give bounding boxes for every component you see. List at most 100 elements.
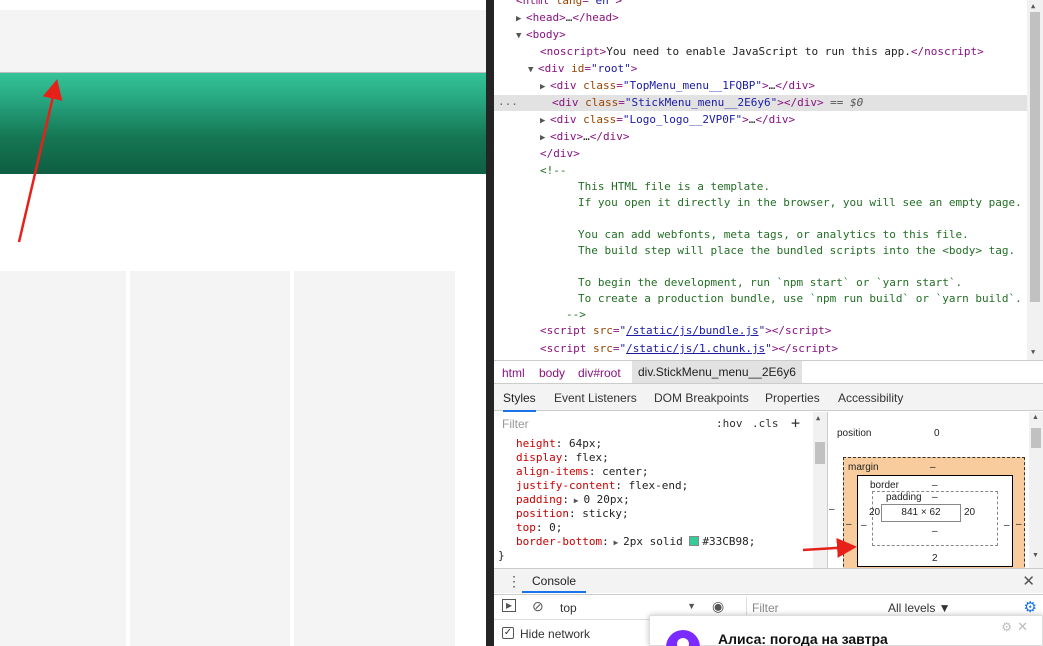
padding-box: padding – 20 20 – 841 × 62 [869,491,998,546]
dom-node-script[interactable]: <script src="/static/js/bundle.js"></scr… [540,323,831,339]
margin-top-value[interactable]: – [930,462,936,473]
eye-icon[interactable]: ◉ [712,598,724,615]
dom-comment-line: If you open it directly in the browser, … [578,196,1022,209]
dom-comment-line: You can add webfonts, meta tags, or anal… [578,228,969,241]
dom-node-logo[interactable]: ▶ <div class="Logo_logo__2VP0F">…</div> [540,112,795,128]
dom-scrollbar[interactable]: ▲ ▼ [1027,0,1043,360]
content-size[interactable]: 841 × 62 [881,504,961,522]
context-label: top [560,601,577,615]
border-bottom-value[interactable]: 2 [932,553,938,564]
border-top-value[interactable]: – [932,480,938,491]
scroll-down-icon[interactable]: ▼ [1032,552,1039,559]
close-drawer-icon[interactable]: ✕ [1022,572,1035,590]
padding-top-value[interactable]: – [932,492,938,503]
expand-triangle-icon[interactable]: ▶ [516,11,526,27]
css-declaration[interactable]: justify-content: flex-end; [516,479,688,493]
position-value[interactable]: 0 [934,428,940,439]
collapse-triangle-icon[interactable]: ▼ [516,28,526,44]
dom-comment-open[interactable]: <!-- [540,163,567,179]
css-declaration[interactable]: height: 64px; [516,437,602,451]
breadcrumb-root[interactable]: div#root [578,366,621,380]
content-panel [0,271,126,646]
hide-network-checkbox[interactable]: ✓ [502,627,514,639]
styles-pane: Filter :hov .cls + height: 64px; display… [494,412,828,568]
dom-node-script[interactable]: <script src="/static/js/1.chunk.js"></sc… [540,341,838,357]
expand-triangle-icon[interactable]: ▶ [609,538,623,547]
css-declaration[interactable]: top: 0; [516,521,562,535]
content-panel [294,271,455,646]
scroll-up-icon[interactable]: ▲ [816,414,820,422]
padding-bottom-value[interactable]: – [932,526,938,537]
tab-styles[interactable]: Styles [503,391,536,412]
breadcrumb-html[interactable]: html [502,366,525,380]
dom-node-noscript[interactable]: <noscript>You need to enable JavaScript … [540,44,984,60]
css-declaration[interactable]: border-bottom: ▶ 2px solid #33CB98; [516,535,755,550]
script-src-link[interactable]: /static/js/bundle.js [626,324,758,337]
box-model-scrollbar[interactable]: ▲ ▼ [1029,412,1043,568]
scrollbar-thumb[interactable] [1030,12,1040,302]
dom-node-head[interactable]: ▶ <head>…</head> [516,10,619,26]
dom-comment-line: To create a production bundle, use `npm … [578,292,1022,305]
css-declaration[interactable]: position: sticky; [516,507,629,521]
margin-right-value[interactable]: – [1016,519,1022,530]
clear-console-icon[interactable]: ⊘ [532,598,544,615]
css-declaration[interactable]: align-items: center; [516,465,648,479]
margin-left-value[interactable]: – [846,519,852,530]
log-levels-dropdown[interactable]: All levels ▼ [888,601,951,615]
collapse-triangle-icon[interactable]: ▼ [528,62,538,78]
expand-triangle-icon[interactable]: ▶ [540,113,550,129]
stick-menu-bar [0,72,486,174]
position-label: position [837,428,872,439]
styles-scrollbar[interactable]: ▲ [813,412,827,568]
tab-dom-breakpoints[interactable]: DOM Breakpoints [654,391,749,405]
tab-accessibility[interactable]: Accessibility [838,391,903,405]
position-left-dash: – [829,504,835,515]
dom-node-body[interactable]: ▼ <body> [516,27,566,43]
more-tools-icon[interactable]: ⋮ [507,573,521,590]
scrollbar-thumb[interactable] [1031,428,1041,448]
dom-node-topmenu[interactable]: ▶ <div class="TopMenu_menu__1FQBP">…</div… [540,78,815,94]
gear-icon[interactable]: ⚙ [1024,598,1037,616]
chevron-down-icon: ▼ [687,601,696,611]
breadcrumb-body[interactable]: body [539,366,565,380]
script-src-link[interactable]: /static/js/1.chunk.js [626,342,765,355]
border-right-value[interactable]: – [1004,520,1010,531]
styles-filter-input[interactable]: Filter [498,414,710,434]
expand-triangle-icon[interactable]: ▶ [569,496,583,505]
breadcrumb-current[interactable]: div.StickMenu_menu__2E6y6 [632,361,802,383]
scrollbar-thumb[interactable] [815,442,825,464]
tab-event-listeners[interactable]: Event Listeners [554,391,637,405]
padding-left-value[interactable]: 20 [869,507,880,518]
dom-comment-line: To begin the development, run `npm start… [578,276,963,289]
expand-triangle-icon[interactable]: ▶ [540,130,550,146]
scroll-up-icon[interactable]: ▲ [1031,2,1035,10]
close-icon[interactable]: ✕ [1017,619,1028,635]
cls-button[interactable]: .cls [752,417,779,430]
padding-right-value[interactable]: 20 [964,507,975,518]
sidebar-tabs: Styles Event Listeners DOM Breakpoints P… [494,384,1043,412]
border-left-value[interactable]: – [861,520,867,531]
dom-node-html[interactable]: <html lang="en"> [516,0,622,9]
tab-console[interactable]: Console [522,569,587,593]
node-actions-dots[interactable]: ... [498,95,518,109]
new-rule-button[interactable]: + [791,414,800,432]
expand-triangle-icon[interactable]: ▶ [540,79,550,95]
hov-button[interactable]: :hov [716,417,743,430]
scroll-down-icon[interactable]: ▼ [1031,348,1035,356]
breadcrumb: html body div#root div.StickMenu_menu__2… [494,360,1043,384]
sidebar-toggle-icon[interactable]: ▸ [502,599,516,612]
dom-node-div[interactable]: ▶ <div>…</div> [540,129,630,145]
scroll-up-icon[interactable]: ▲ [1032,414,1039,421]
css-declaration[interactable]: display: flex; [516,451,609,465]
box-model-diagram: position 0 margin – – – – border – – – 2… [829,412,1043,568]
color-swatch[interactable] [689,536,700,546]
tab-properties[interactable]: Properties [765,391,820,405]
dom-tree[interactable]: ... <html lang="en"> ▶ <head>…</head> ▼ <b… [494,0,1043,360]
notification-popup[interactable]: Алиса: погода на завтра ⚙ ✕ [649,615,1043,646]
notification-title: Алиса: погода на завтра [718,631,888,646]
dom-node-stickmenu[interactable]: <div class="StickMenu_menu__2E6y6"></div… [552,95,863,111]
dom-node-root-close[interactable]: </div> [540,146,580,162]
dom-node-root[interactable]: ▼ <div id="root"> [528,61,637,77]
settings-icon[interactable]: ⚙ [1001,620,1012,634]
css-declaration[interactable]: padding: ▶ 0 20px; [516,493,630,508]
